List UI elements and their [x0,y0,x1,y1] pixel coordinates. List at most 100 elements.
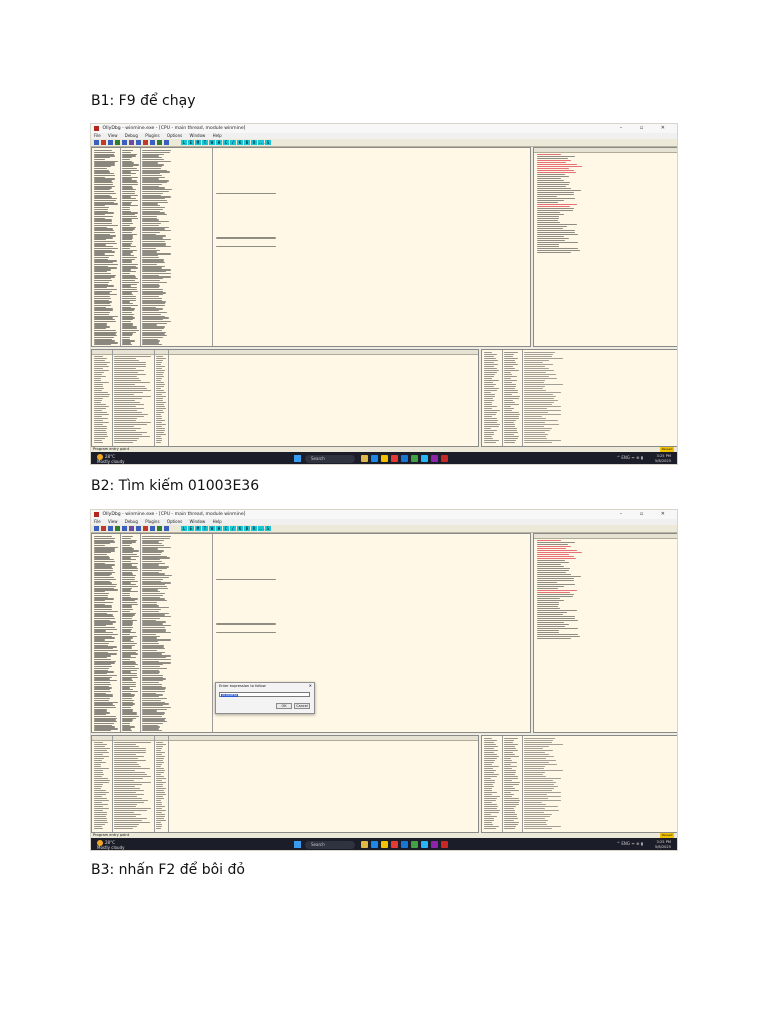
taskbar-app-icon[interactable] [421,841,428,848]
menu-window[interactable]: Window [190,133,206,138]
menu-file[interactable]: File [94,133,101,138]
toolbar-window-button[interactable]: K [237,140,243,145]
registers-pane[interactable] [533,533,677,733]
toolbar-window-button[interactable]: ... [258,526,265,531]
taskbar-app-icon[interactable] [391,841,398,848]
toolbar-window-button[interactable]: L [181,140,187,145]
close-icon[interactable]: ✕ [309,683,312,688]
toolbar-window-button[interactable]: B [244,526,250,531]
taskbar-app-icon[interactable] [431,841,438,848]
toolbar-button-icon[interactable] [150,526,155,531]
toolbar-button-icon[interactable] [115,526,120,531]
toolbar-window-button[interactable]: E [188,140,194,145]
toolbar-window-button[interactable]: M [195,140,201,145]
taskbar-clock[interactable]: 3:25 PM 5/8/2025 [655,840,671,849]
taskbar-app-icon[interactable] [411,841,418,848]
toolbar-button-icon[interactable] [101,140,106,145]
taskbar-app-icon[interactable] [371,841,378,848]
menu-plugins[interactable]: Plugins [145,519,159,524]
taskbar-app-icon[interactable] [411,455,418,462]
toolbar-button-icon[interactable] [108,526,113,531]
taskbar-app-icon[interactable] [441,841,448,848]
taskbar-app-icon[interactable] [431,455,438,462]
system-tray[interactable]: ^ ENG ᯤ ⊕ ▮ [617,455,643,461]
stack-pane[interactable] [481,735,677,833]
toolbar-window-button[interactable]: H [216,140,222,145]
taskbar-app-icon[interactable] [371,455,378,462]
toolbar-window-button[interactable]: W [209,140,215,145]
toolbar-button-icon[interactable] [115,140,120,145]
taskbar-clock[interactable]: 3:25 PM 5/8/2025 [655,454,671,463]
taskbar-app-icon[interactable] [391,455,398,462]
cancel-button[interactable]: Cancel [294,703,310,709]
toolbar-window-button[interactable]: S [265,526,271,531]
taskbar-app-icon[interactable] [401,841,408,848]
windows-start-icon[interactable] [294,841,301,848]
memory-dump-pane[interactable] [91,735,479,833]
taskbar-app-icon[interactable] [421,455,428,462]
weather-widget[interactable]: 28°C Mostly cloudy [97,454,125,464]
menu-window[interactable]: Window [190,519,206,524]
toolbar-window-button[interactable]: B [244,140,250,145]
toolbar-window-button[interactable]: / [230,140,236,145]
toolbar-button-icon[interactable] [129,140,134,145]
menu-debug[interactable]: Debug [125,519,138,524]
toolbar-window-button[interactable]: H [216,526,222,531]
expression-input[interactable]: 01003E36 [219,692,310,697]
windows-start-icon[interactable] [294,455,301,462]
toolbar-button-icon[interactable] [150,140,155,145]
toolbar-button-icon[interactable] [122,526,127,531]
menu-options[interactable]: Options [167,519,182,524]
taskbar-app-icon[interactable] [381,841,388,848]
toolbar-window-button[interactable]: T [202,140,208,145]
menu-debug[interactable]: Debug [125,133,138,138]
toolbar-window-button[interactable]: R [251,526,257,531]
toolbar-window-button[interactable]: E [188,526,194,531]
toolbar-window-button[interactable]: C [223,526,229,531]
registers-pane[interactable] [533,147,677,347]
system-tray[interactable]: ^ ENG ᯤ ⊕ ▮ [617,841,643,847]
ok-button[interactable]: OK [276,703,292,709]
window-buttons[interactable]: – ▫ ✕ [620,510,673,519]
menu-help[interactable]: Help [213,519,222,524]
toolbar-window-button[interactable]: / [230,526,236,531]
toolbar-window-button[interactable]: M [195,526,201,531]
toolbar-button-icon[interactable] [94,140,99,145]
toolbar-button-icon[interactable] [143,140,148,145]
toolbar-button-icon[interactable] [157,526,162,531]
toolbar-button-icon[interactable] [94,526,99,531]
menu-options[interactable]: Options [167,133,182,138]
menu-file[interactable]: File [94,519,101,524]
toolbar-window-button[interactable]: K [237,526,243,531]
toolbar-window-button[interactable]: T [202,526,208,531]
toolbar-window-button[interactable]: L [181,526,187,531]
taskbar-app-icon[interactable] [441,455,448,462]
menu-help[interactable]: Help [213,133,222,138]
toolbar-button-icon[interactable] [157,140,162,145]
cpu-disassembly-pane[interactable] [91,147,531,347]
taskbar-app-icon[interactable] [401,455,408,462]
taskbar-app-icon[interactable] [361,455,368,462]
toolbar-button-icon[interactable] [143,526,148,531]
taskbar-search[interactable]: Search [305,841,355,849]
toolbar-window-button[interactable]: S [265,140,271,145]
menu-view[interactable]: View [108,519,118,524]
taskbar-app-icon[interactable] [381,455,388,462]
toolbar-button-icon[interactable] [136,140,141,145]
toolbar-button-icon[interactable] [101,526,106,531]
memory-dump-pane[interactable] [91,349,479,447]
toolbar-button-icon[interactable] [164,140,169,145]
toolbar-window-button[interactable]: ... [258,140,265,145]
window-buttons[interactable]: – ▫ ✕ [620,124,673,133]
toolbar-button-icon[interactable] [164,526,169,531]
toolbar-button-icon[interactable] [129,526,134,531]
toolbar-button-icon[interactable] [108,140,113,145]
menu-plugins[interactable]: Plugins [145,133,159,138]
weather-widget[interactable]: 28°C Mostly cloudy [97,840,125,850]
menu-view[interactable]: View [108,133,118,138]
toolbar-window-button[interactable]: R [251,140,257,145]
toolbar-button-icon[interactable] [136,526,141,531]
toolbar-window-button[interactable]: W [209,526,215,531]
taskbar-search[interactable]: Search [305,455,355,463]
stack-pane[interactable] [481,349,677,447]
